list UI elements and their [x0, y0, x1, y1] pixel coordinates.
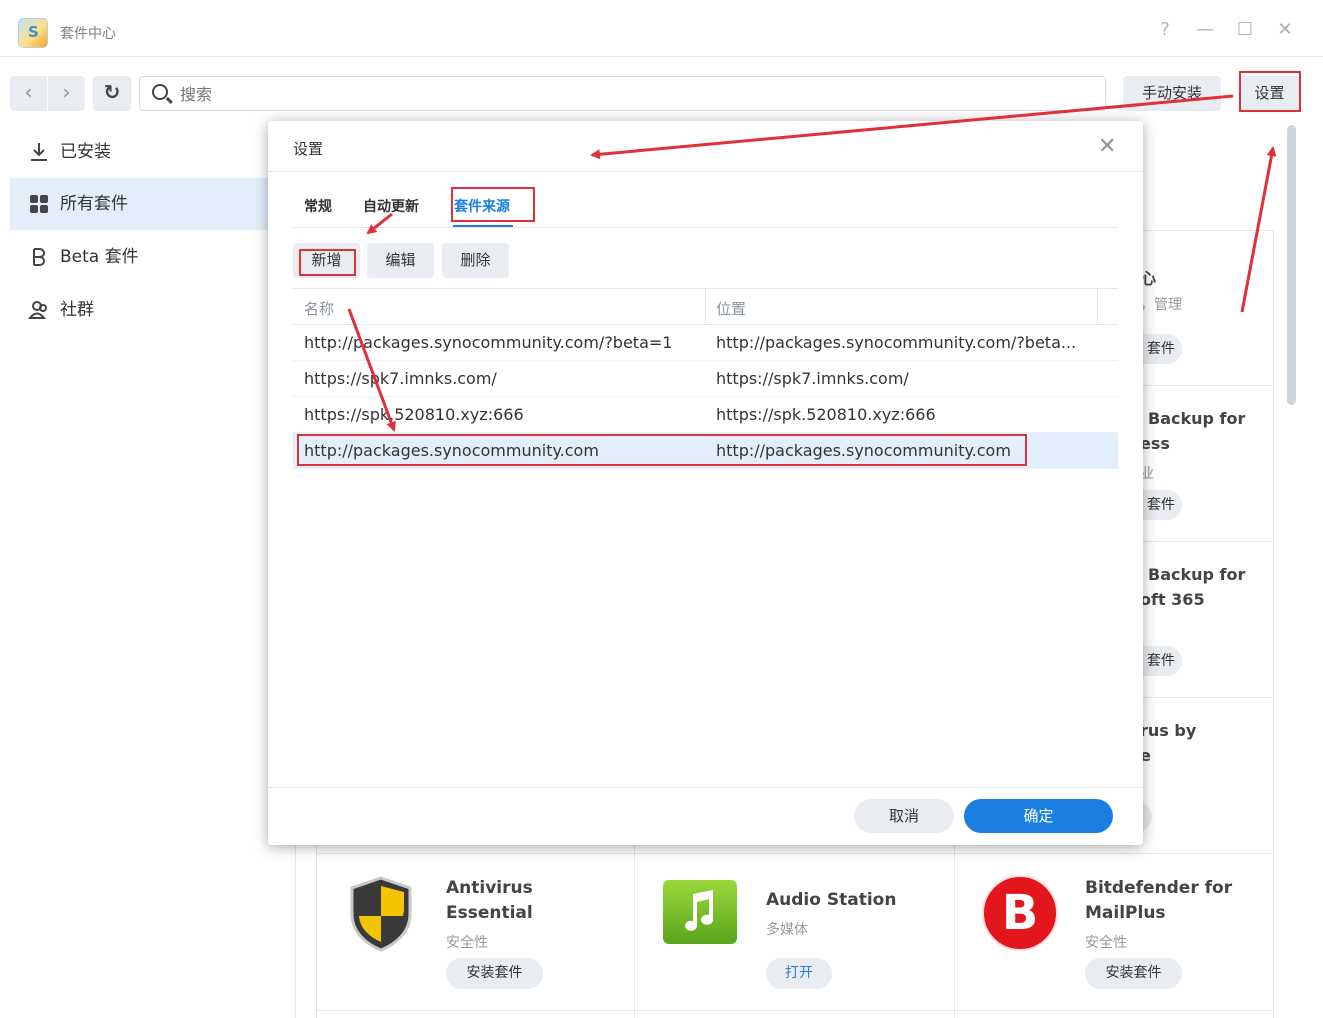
- dialog-title: 设置: [293, 140, 324, 158]
- window-title: 套件中心: [60, 26, 116, 42]
- title-bar: S 套件中心 ? — ☐ ✕: [0, 5, 1323, 57]
- card-divider: [316, 1010, 1273, 1011]
- open-package-button[interactable]: 打开: [766, 958, 832, 989]
- edit-source-button[interactable]: 编辑: [367, 243, 434, 278]
- beta-icon: [28, 246, 50, 268]
- table-row[interactable]: https://spk7.imnks.com/ https://spk7.imn…: [293, 361, 1118, 397]
- sidebar-item-label: 已安装: [60, 142, 111, 162]
- delete-source-button[interactable]: 删除: [442, 243, 509, 278]
- music-note-icon: [663, 880, 737, 944]
- card-divider: [1273, 230, 1274, 1018]
- install-package-button[interactable]: 安装套件: [1085, 958, 1182, 989]
- manual-install-button[interactable]: 手动安装: [1123, 76, 1221, 111]
- card-divider: [316, 853, 1273, 854]
- community-icon: [27, 299, 50, 321]
- install-package-button[interactable]: 安装套件: [446, 958, 543, 989]
- package-category: 安全性: [1085, 935, 1127, 951]
- maximize-icon[interactable]: ☐: [1234, 19, 1256, 40]
- search-bar[interactable]: [139, 76, 1106, 111]
- column-separator: [1097, 289, 1098, 323]
- grid-icon: [28, 193, 50, 215]
- package-name: MailPlus: [1085, 903, 1166, 923]
- package-name: Antivirus: [446, 878, 533, 898]
- cancel-button[interactable]: 取消: [854, 799, 954, 833]
- package-name: Bitdefender for: [1085, 878, 1233, 898]
- search-input[interactable]: [180, 82, 1080, 106]
- package-category: 安全性: [446, 935, 488, 951]
- package-name: Essential: [446, 903, 533, 923]
- settings-dialog: 设置 ✕ 常规 自动更新 套件来源 新增 编辑 删除 名称 位置 http://…: [268, 121, 1143, 845]
- source-name: http://packages.synocommunity.com/?beta=…: [304, 333, 673, 352]
- package-sources-highlight-box: [451, 187, 535, 222]
- tab-divider: [293, 227, 1118, 228]
- tab-auto-update[interactable]: 自动更新: [363, 196, 419, 216]
- column-separator: [705, 289, 706, 323]
- package-category: 多媒体: [766, 922, 808, 938]
- sidebar-item-label: 所有套件: [60, 194, 128, 214]
- source-name: https://spk7.imnks.com/: [304, 369, 497, 388]
- forward-button[interactable]: ›: [48, 76, 85, 111]
- close-icon[interactable]: ✕: [1274, 19, 1296, 40]
- sidebar-item-label: Beta 套件: [60, 247, 139, 267]
- minimize-icon[interactable]: —: [1194, 19, 1216, 40]
- shield-icon: [348, 876, 414, 952]
- partial-card-title: Backup for: [1148, 409, 1246, 428]
- scrollbar[interactable]: [1287, 125, 1296, 405]
- dialog-close-icon[interactable]: ✕: [1098, 134, 1116, 159]
- selected-row-highlight-box: [297, 434, 1027, 466]
- column-header-location[interactable]: 位置: [716, 298, 746, 319]
- sidebar-item-community[interactable]: 社群: [10, 284, 282, 336]
- refresh-button[interactable]: ↻: [93, 76, 131, 111]
- dialog-footer-divider: [268, 787, 1143, 788]
- help-icon[interactable]: ?: [1154, 19, 1176, 40]
- partial-card-title: ess: [1140, 434, 1170, 453]
- sidebar-item-label: 社群: [60, 300, 94, 320]
- ok-button[interactable]: 确定: [964, 799, 1113, 833]
- sidebar-item-all-packages[interactable]: 所有套件: [10, 178, 282, 230]
- search-icon: [152, 84, 168, 100]
- tab-general[interactable]: 常规: [304, 196, 332, 216]
- table-row[interactable]: http://packages.synocommunity.com/?beta=…: [293, 325, 1118, 361]
- partial-card-title: oft 365: [1140, 590, 1205, 609]
- source-name: https://spk.520810.xyz:666: [304, 405, 524, 424]
- sidebar-item-installed[interactable]: 已安装: [10, 126, 282, 178]
- bitdefender-logo-icon: B: [982, 875, 1058, 951]
- source-location: http://packages.synocommunity.com/?beta.…: [716, 333, 1077, 352]
- partial-card-desc: ，管理: [1140, 297, 1182, 313]
- package-center-app-icon: S: [18, 18, 48, 48]
- add-button-highlight-box: [299, 249, 356, 276]
- package-name: Audio Station: [766, 890, 897, 910]
- source-location: https://spk.520810.xyz:666: [716, 405, 936, 424]
- app-icon-letter: S: [28, 23, 39, 41]
- column-header-name[interactable]: 名称: [304, 298, 334, 319]
- back-button[interactable]: ‹: [10, 76, 47, 111]
- partial-card-title: Backup for: [1148, 565, 1246, 584]
- table-row[interactable]: https://spk.520810.xyz:666 https://spk.5…: [293, 397, 1118, 433]
- download-icon: [28, 141, 50, 163]
- partial-card-title: rus by: [1140, 721, 1197, 740]
- source-location: https://spk7.imnks.com/: [716, 369, 909, 388]
- dialog-header-divider: [268, 171, 1143, 172]
- settings-highlight-box: [1239, 71, 1301, 112]
- sidebar-item-beta[interactable]: Beta 套件: [10, 231, 282, 283]
